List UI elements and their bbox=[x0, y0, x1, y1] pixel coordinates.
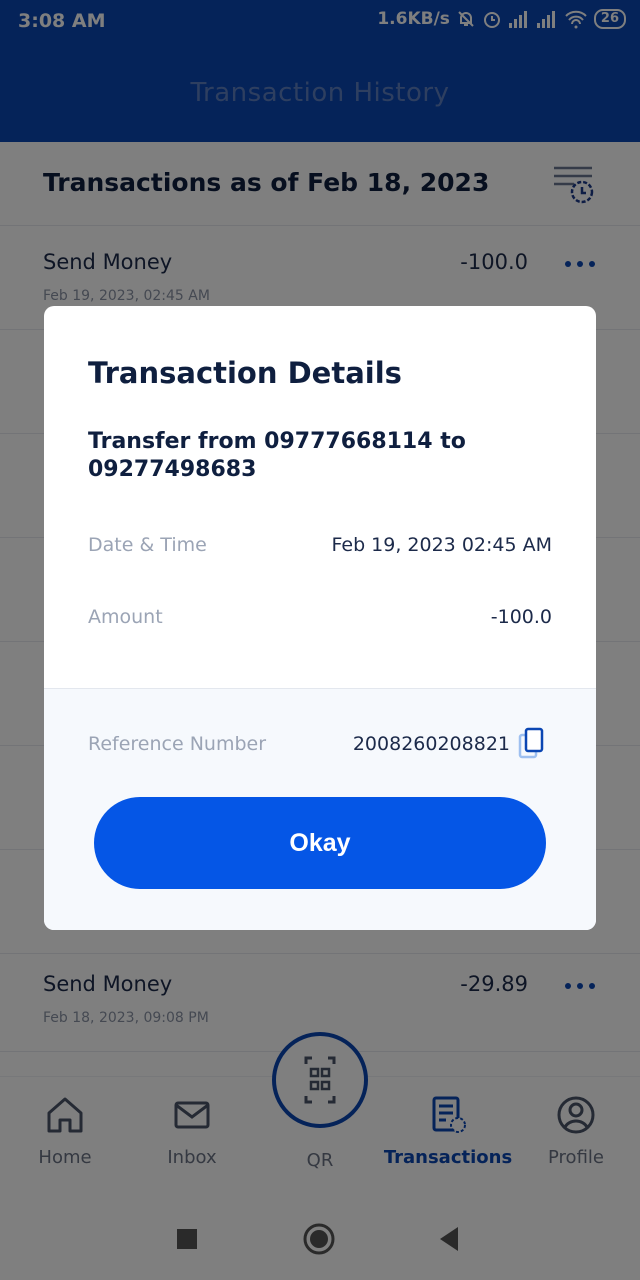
transfer-description: Transfer from 09777668114 to 09277498683 bbox=[88, 429, 466, 482]
amount-label: Amount bbox=[88, 606, 163, 628]
date-time-value: Feb 19, 2023 02:45 AM bbox=[331, 534, 552, 556]
dialog-footer: Reference Number 2008260208821 Okay bbox=[44, 688, 596, 930]
transaction-details-dialog: Transaction Details Transfer from 097776… bbox=[44, 306, 596, 930]
dialog-title: Transaction Details bbox=[88, 356, 402, 390]
reference-value: 2008260208821 bbox=[352, 733, 510, 755]
reference-label: Reference Number bbox=[88, 733, 267, 755]
copy-icon[interactable] bbox=[518, 727, 546, 761]
date-time-label: Date & Time bbox=[88, 534, 207, 556]
amount-value: -100.0 bbox=[490, 606, 552, 628]
dialog-scrim[interactable] bbox=[0, 0, 640, 142]
okay-button[interactable]: Okay bbox=[94, 797, 546, 889]
